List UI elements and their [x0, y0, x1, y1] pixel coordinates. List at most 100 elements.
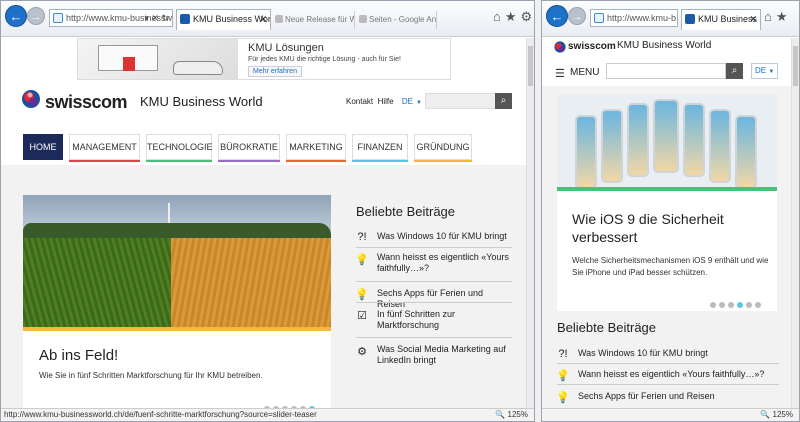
lightbulb-icon: 💡: [355, 254, 369, 266]
category-stripe: [23, 327, 331, 331]
favorites-star-icon[interactable]: ★: [505, 9, 521, 24]
tab-favicon-icon: [275, 15, 283, 23]
webpage-content: KMU Lösungen Für jedes KMU die richtige …: [1, 38, 526, 408]
popular-post-link[interactable]: Wann heisst es eigentlich «Yours faithfu…: [377, 252, 513, 274]
contact-link[interactable]: Kontakt: [346, 97, 373, 106]
slider-dot[interactable]: [755, 302, 761, 308]
home-icon[interactable]: ⌂: [493, 9, 505, 24]
vertical-scrollbar[interactable]: [791, 38, 799, 408]
tab-kmu-business-world[interactable]: KMU Business ... ✕: [681, 9, 761, 30]
scrollbar-thumb[interactable]: [528, 46, 533, 86]
vertical-scrollbar[interactable]: [526, 38, 534, 408]
ad-more-button[interactable]: Mehr erfahren: [248, 66, 302, 77]
search-icon: ⌕: [731, 65, 738, 76]
zoom-icon: 🔍: [495, 410, 506, 419]
slider-dot[interactable]: [728, 302, 734, 308]
search-input[interactable]: [606, 63, 726, 79]
article-title[interactable]: Wie iOS 9 die Sicherheit verbessert: [572, 210, 767, 246]
ad-banner[interactable]: KMU Lösungen Für jedes KMU die richtige …: [77, 38, 451, 80]
address-bar[interactable]: http://www.kmu-businessworl... ▾ ✕ ↻: [49, 9, 173, 27]
nav-gruendung[interactable]: GRÜNDUNG: [414, 134, 472, 162]
brand-name[interactable]: swisscom: [568, 41, 616, 52]
status-bar: http://www.kmu-businessworld.ch/de/fuenf…: [1, 408, 534, 421]
hero-title[interactable]: Ab ins Feld!: [39, 347, 118, 364]
menu-button[interactable]: MENU: [570, 67, 599, 78]
ie-icon: [594, 13, 604, 23]
back-button[interactable]: ←: [546, 5, 568, 27]
slider-dot-active[interactable]: [737, 302, 743, 308]
article-description: Welche Sicherheitsmechanismen iOS 9 enth…: [572, 256, 769, 277]
language-select[interactable]: DE: [402, 97, 413, 106]
scrollbar-thumb[interactable]: [793, 46, 798, 86]
zoom-level[interactable]: 🔍 125%: [495, 409, 528, 421]
site-title[interactable]: KMU Business World: [140, 94, 263, 109]
slider-dot[interactable]: [746, 302, 752, 308]
popular-post-link[interactable]: Was Windows 10 für KMU bringt: [377, 231, 513, 242]
tab-kmu-business-world[interactable]: KMU Business World | Mod... ✕: [176, 9, 271, 30]
forward-button[interactable]: →: [568, 7, 586, 25]
close-tab-icon[interactable]: ✕: [259, 10, 267, 28]
popular-post-link[interactable]: Wann heisst es eigentlich «Yours faithfu…: [578, 369, 788, 380]
divider: [356, 281, 512, 282]
nav-buerokratie[interactable]: BÜROKRATIE: [218, 134, 280, 162]
nav-technologie[interactable]: TECHNOLOGIE: [146, 134, 213, 162]
popular-post-link[interactable]: In fünf Schritten zur Marktforschung: [377, 309, 513, 331]
close-tab-icon[interactable]: ✕: [749, 10, 757, 28]
address-bar[interactable]: http://www.kmu-b...: [590, 9, 678, 27]
divider: [356, 302, 512, 303]
slider-dots: [707, 295, 761, 313]
search-icon: ⌕: [500, 95, 507, 106]
site-favicon-icon: [685, 14, 695, 24]
hero-description: Wie Sie in fünf Schritten Marktforschung…: [39, 371, 263, 380]
hero-slider[interactable]: Ab ins Feld! Wie Sie in fünf Schritten M…: [23, 195, 331, 408]
article-image[interactable]: [557, 95, 777, 187]
search-input[interactable]: [425, 93, 497, 109]
nav-home[interactable]: HOME: [23, 134, 63, 160]
ad-subtitle: Für jedes KMU die richtige Lösung - auch…: [248, 56, 401, 63]
chevron-down-icon[interactable]: ▼: [416, 100, 422, 106]
swisscom-logo-icon: [22, 90, 40, 108]
tab-google-analytics[interactable]: Seiten - Google Analytics: [357, 11, 437, 29]
checkbox-icon: ☑: [357, 310, 367, 322]
nav-marketing[interactable]: MARKETING: [286, 134, 346, 162]
ad-title: KMU Lösungen: [248, 42, 324, 54]
ie-icon: [53, 13, 63, 23]
divider: [557, 384, 779, 385]
slider-dot[interactable]: [710, 302, 716, 308]
hamburger-menu-icon[interactable]: ☰: [555, 67, 565, 80]
forward-button[interactable]: →: [27, 7, 45, 25]
ad-illustration: [78, 39, 238, 79]
favorites-star-icon[interactable]: ★: [776, 9, 792, 24]
search-button[interactable]: ⌕: [726, 63, 743, 79]
slider-dot[interactable]: [719, 302, 725, 308]
hero-image[interactable]: [23, 195, 331, 327]
article-slider-card[interactable]: Wie iOS 9 die Sicherheit verbessert Welc…: [557, 95, 777, 311]
site-title[interactable]: KMU Business World: [617, 40, 711, 51]
divider: [557, 363, 779, 364]
nav-management[interactable]: MANAGEMENT: [69, 134, 140, 162]
zoom-level[interactable]: 🔍 125%: [760, 409, 793, 421]
home-icon[interactable]: ⌂: [764, 9, 776, 24]
popular-post-link[interactable]: Was Windows 10 für KMU bringt: [578, 348, 788, 359]
brand-name[interactable]: swisscom: [45, 92, 128, 113]
refresh-icon[interactable]: ▾ ✕ ↻: [144, 10, 169, 26]
top-nav: Kontakt Hilfe DE ▼: [346, 97, 422, 106]
status-url: http://www.kmu-businessworld.ch/de/fuenf…: [4, 410, 317, 419]
language-select[interactable]: DE ▼: [751, 63, 778, 79]
webpage-content: swisscom KMU Business World ☰ MENU ⌕ DE …: [542, 38, 791, 408]
lightbulb-icon: 💡: [556, 370, 570, 382]
popular-posts-heading: Beliebte Beiträge: [557, 320, 657, 335]
nav-finanzen[interactable]: FINANZEN: [352, 134, 408, 162]
settings-gear-icon[interactable]: ⚙: [521, 9, 534, 24]
help-link[interactable]: Hilfe: [378, 97, 394, 106]
swisscom-logo-icon: [554, 41, 566, 53]
back-button[interactable]: ←: [5, 5, 27, 27]
popular-post-link[interactable]: Sechs Apps für Ferien und Reisen: [578, 391, 788, 402]
search-button[interactable]: ⌕: [495, 93, 512, 109]
right-browser-window: ← → http://www.kmu-b... KMU Business ...…: [541, 0, 800, 422]
popular-post-link[interactable]: Sechs Apps für Ferien und Reisen: [377, 288, 513, 310]
tab-release-notes[interactable]: Neue Release für Win...: [273, 11, 355, 29]
divider: [356, 337, 512, 338]
popular-post-link[interactable]: Was Social Media Marketing auf LinkedIn …: [377, 344, 513, 366]
lightbulb-icon: 💡: [355, 289, 369, 301]
